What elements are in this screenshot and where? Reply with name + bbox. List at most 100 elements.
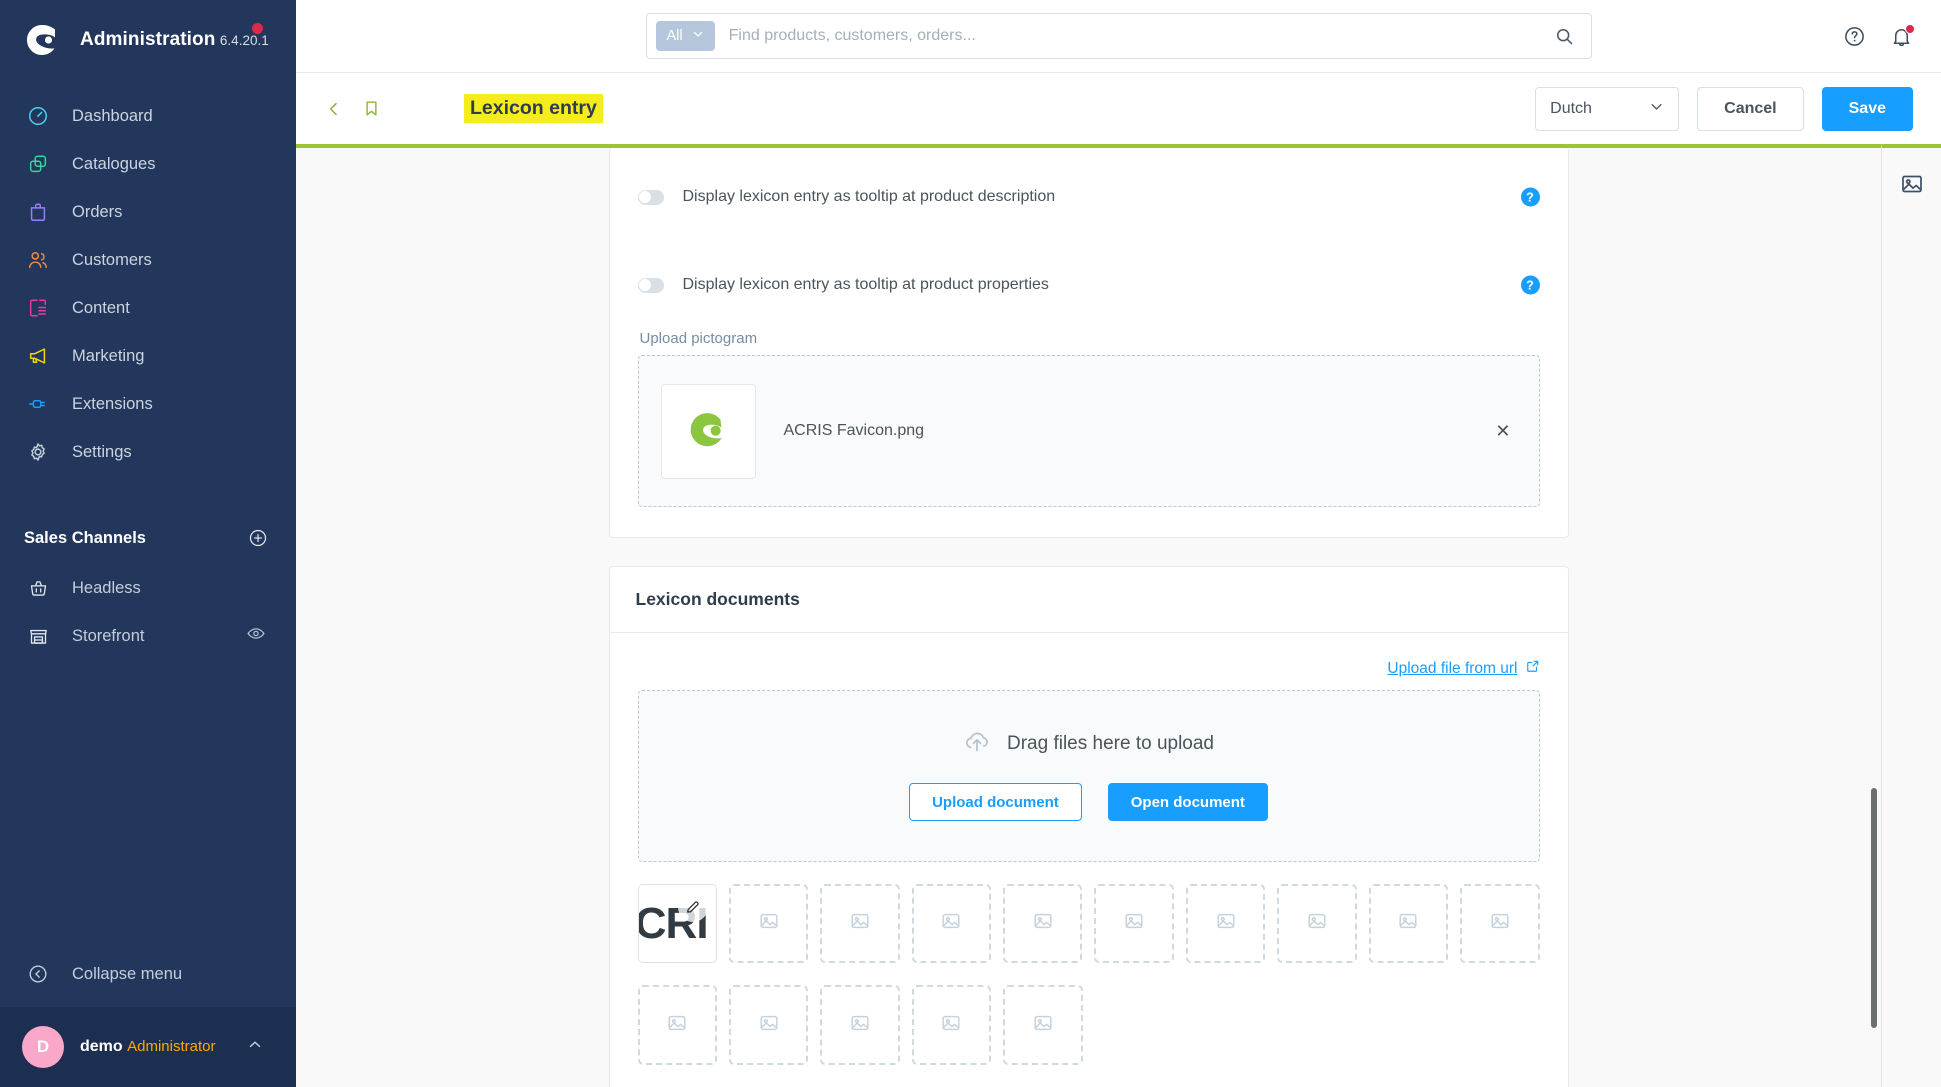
external-link-icon <box>1526 659 1540 678</box>
question-circle-icon[interactable]: ? <box>1520 275 1540 295</box>
image-placeholder-icon <box>666 1012 688 1039</box>
scrollbar-thumb[interactable] <box>1871 788 1877 1028</box>
pictogram-thumbnail[interactable] <box>660 383 756 479</box>
chevron-left-icon[interactable] <box>324 99 344 119</box>
pictogram-file-name: ACRIS Favicon.png <box>783 422 925 439</box>
gear-icon <box>24 438 52 466</box>
toggle-row-tooltip-properties: Display lexicon entry as tooltip at prod… <box>637 262 1540 308</box>
sidebar-item-marketing[interactable]: Marketing <box>0 332 296 380</box>
document-thumbnail-placeholder[interactable] <box>1277 884 1357 964</box>
plus-circle-icon[interactable] <box>248 528 268 548</box>
eye-icon[interactable] <box>246 624 266 649</box>
lexicon-documents-card: Lexicon documents Upload file from url D… <box>608 566 1569 1087</box>
sidebar-item-label: Storefront <box>72 626 145 645</box>
document-thumbnail-placeholder[interactable] <box>820 985 900 1065</box>
image-placeholder-icon <box>940 1012 962 1039</box>
marketing-icon <box>24 342 52 370</box>
lexicon-documents-body: Upload file from url Drag files here to … <box>610 633 1568 1087</box>
topbar-actions <box>1843 23 1915 48</box>
page-title: Lexicon entry <box>464 94 603 123</box>
upload-from-url-row: Upload file from url <box>638 659 1540 690</box>
sidebar-item-label: Customers <box>72 250 152 269</box>
document-thumbnail-placeholder[interactable] <box>911 985 992 1065</box>
sidebar-item-orders[interactable]: Orders <box>0 188 296 236</box>
question-circle-icon[interactable] <box>1843 25 1866 48</box>
save-button[interactable]: Save <box>1821 86 1913 131</box>
toggle-tooltip-product-properties[interactable] <box>637 277 664 293</box>
acris-logo-icon <box>681 402 735 461</box>
storefront-icon <box>24 622 52 650</box>
document-thumbnail-filled[interactable]: CRI <box>637 884 717 964</box>
sidebar-item-customers[interactable]: Customers <box>0 236 296 284</box>
search-icon[interactable] <box>1554 26 1575 47</box>
document-thumbnail-placeholder[interactable] <box>1185 884 1266 964</box>
sidebar-item-label: Catalogues <box>72 154 156 173</box>
close-icon[interactable]: ✕ <box>1495 422 1510 440</box>
document-thumbnail-placeholder[interactable] <box>1003 985 1083 1065</box>
collapse-menu-button[interactable]: Collapse menu <box>0 947 296 1001</box>
language-select-value: Dutch <box>1550 99 1592 117</box>
sidebar-item-settings[interactable]: Settings <box>0 428 296 476</box>
lexicon-documents-header: Lexicon documents <box>609 567 1568 633</box>
user-menu[interactable]: D demo Administrator <box>0 1007 296 1087</box>
sidebar-item-dashboard[interactable]: Dashboard <box>0 92 296 140</box>
image-placeholder-icon <box>758 1012 780 1039</box>
document-thumbnail-placeholder[interactable] <box>1094 884 1174 964</box>
document-thumbnail-placeholder[interactable] <box>637 985 717 1065</box>
page-title-wrap: Lexicon entry <box>464 94 603 123</box>
main-area: All Find products, customers, orders... … <box>296 0 1941 1087</box>
pencil-icon[interactable] <box>677 892 708 922</box>
user-name: demo <box>80 1038 123 1056</box>
image-placeholder-icon <box>1032 1012 1054 1039</box>
search-scope-selector[interactable]: All <box>655 21 715 51</box>
pictogram-dropzone[interactable]: ACRIS Favicon.png ✕ <box>637 355 1540 507</box>
document-thumbnail-placeholder[interactable] <box>1003 884 1083 964</box>
sidebar-item-catalogues[interactable]: Catalogues <box>0 140 296 188</box>
bookmark-icon[interactable] <box>362 99 381 118</box>
toggle-label: Display lexicon entry as tooltip at prod… <box>682 188 1056 205</box>
notification-badge <box>1905 23 1915 34</box>
sidebar-item-headless[interactable]: Headless <box>0 564 296 612</box>
chevron-down-icon <box>692 28 704 44</box>
image-placeholder-icon <box>1489 910 1511 937</box>
content-scrollbar[interactable] <box>1871 148 1877 1087</box>
content-scroll-region[interactable]: Display lexicon entry as tooltip at prod… <box>296 144 1881 1087</box>
language-select[interactable]: Dutch <box>1535 86 1680 131</box>
main-navigation: Dashboard Catalogues Orders Customers Co… <box>0 92 296 476</box>
image-placeholder-icon <box>849 1012 871 1039</box>
collapse-menu-label: Collapse menu <box>72 964 183 983</box>
upload-file-from-url-link[interactable]: Upload file from url <box>1387 659 1539 678</box>
document-thumbnail-placeholder[interactable] <box>911 884 992 964</box>
image-placeholder-icon <box>1032 910 1054 937</box>
document-thumbnail-placeholder[interactable] <box>728 985 809 1065</box>
question-circle-icon[interactable]: ? <box>1520 187 1540 207</box>
documents-dropzone[interactable]: Drag files here to upload Upload documen… <box>637 690 1540 862</box>
cancel-button[interactable]: Cancel <box>1697 86 1804 131</box>
toggle-row-tooltip-description: Display lexicon entry as tooltip at prod… <box>637 174 1540 220</box>
media-image-icon[interactable] <box>1900 172 1924 196</box>
document-thumbnail-placeholder[interactable] <box>728 884 809 964</box>
brand-version: 6.4.20.1 <box>219 32 269 48</box>
update-status-dot <box>252 23 263 34</box>
image-placeholder-icon <box>1215 910 1237 937</box>
dashboard-icon <box>24 102 52 130</box>
brand-header: Administration 6.4.20.1 <box>0 0 296 80</box>
sidebar-item-extensions[interactable]: Extensions <box>0 380 296 428</box>
toggle-tooltip-product-description[interactable] <box>637 189 664 205</box>
orders-icon <box>24 198 52 226</box>
chevron-up-icon[interactable] <box>246 1036 264 1059</box>
document-thumbnail-placeholder[interactable] <box>820 884 900 964</box>
open-document-button[interactable]: Open document <box>1107 783 1268 821</box>
sidebar-item-label: Extensions <box>72 394 153 413</box>
shopware-logo-icon <box>22 20 62 60</box>
upload-document-button[interactable]: Upload document <box>909 783 1082 821</box>
bell-icon[interactable] <box>1890 23 1915 48</box>
search-input[interactable] <box>728 27 1554 45</box>
lexicon-settings-body: Display lexicon entry as tooltip at prod… <box>610 148 1568 537</box>
document-thumbnail-placeholder[interactable] <box>1368 884 1449 964</box>
document-thumbnail-placeholder[interactable] <box>1460 884 1540 964</box>
sidebar-item-content[interactable]: Content <box>0 284 296 332</box>
content-inner: Display lexicon entry as tooltip at prod… <box>296 148 1881 1087</box>
sidebar-item-storefront[interactable]: Storefront <box>0 612 296 660</box>
